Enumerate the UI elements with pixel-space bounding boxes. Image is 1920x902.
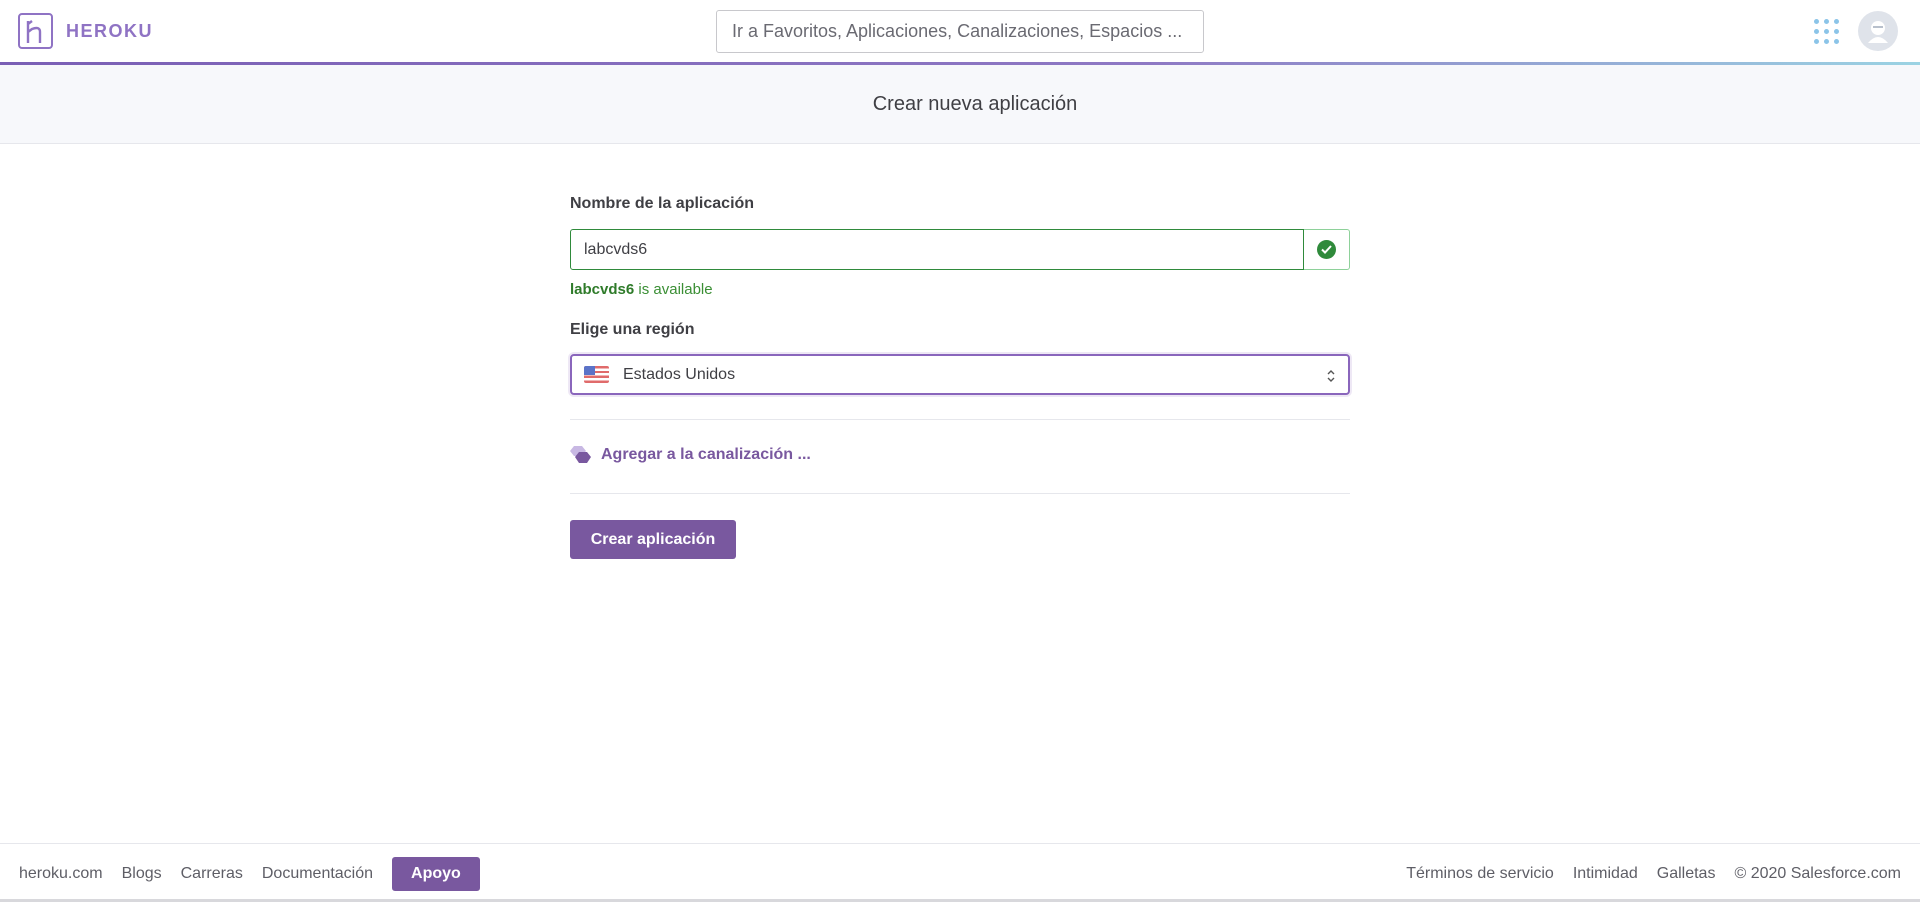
availability-indicator (1304, 229, 1350, 270)
footer-link-blogs[interactable]: Blogs (122, 865, 162, 883)
region-value: Estados Unidos (623, 365, 736, 383)
apps-grid-icon[interactable] (1814, 19, 1840, 45)
page-title: Crear nueva aplicación (872, 92, 1078, 115)
create-app-button[interactable]: Crear aplicación (570, 520, 736, 559)
footer-link-heroku[interactable]: heroku.com (19, 865, 103, 883)
search-input[interactable] (716, 10, 1204, 53)
top-navbar: HEROKU (0, 0, 1920, 62)
footer-link-privacy[interactable]: Intimidad (1573, 865, 1638, 883)
footer-link-cookies[interactable]: Galletas (1657, 865, 1716, 883)
footer: heroku.com Blogs Carreras Documentación … (0, 843, 1920, 902)
user-avatar-icon (1868, 21, 1888, 43)
app-name-input[interactable] (570, 229, 1305, 270)
divider (570, 419, 1350, 420)
availability-app-name: labcvds6 (570, 281, 635, 298)
footer-right-links: Términos de servicio Intimidad Galletas … (1387, 857, 1901, 891)
region-label: Elige una región (570, 321, 695, 338)
footer-link-careers[interactable]: Carreras (181, 865, 243, 883)
brand-name: HEROKU (66, 20, 154, 41)
footer-link-docs[interactable]: Documentación (262, 865, 373, 883)
availability-message: labcvds6 is available (570, 281, 713, 298)
avatar[interactable] (1858, 11, 1898, 51)
heroku-logo[interactable]: HEROKU (18, 13, 153, 49)
region-select[interactable]: Estados Unidos (570, 354, 1350, 395)
select-chevron-icon (1327, 370, 1335, 382)
pipeline-icon (570, 446, 591, 463)
app-name-label: Nombre de la aplicación (570, 195, 755, 212)
support-button[interactable]: Apoyo (392, 857, 480, 891)
check-icon (1317, 240, 1337, 259)
heroku-logo-icon (18, 13, 53, 49)
availability-suffix: is available (634, 281, 713, 298)
copyright: © 2020 Salesforce.com (1734, 865, 1901, 882)
add-to-pipeline-label: Agregar a la canalización ... (601, 445, 811, 463)
footer-left-links: heroku.com Blogs Carreras Documentación … (19, 857, 480, 891)
divider (570, 493, 1350, 494)
footer-link-terms[interactable]: Términos de servicio (1406, 865, 1554, 883)
add-to-pipeline-link[interactable]: Agregar a la canalización ... (570, 445, 811, 464)
us-flag-icon (584, 366, 609, 383)
page-header: Crear nueva aplicación (0, 65, 1920, 144)
app-name-row (570, 229, 1350, 270)
create-app-form: Nombre de la aplicación labcvds6 is avai… (570, 195, 1350, 559)
